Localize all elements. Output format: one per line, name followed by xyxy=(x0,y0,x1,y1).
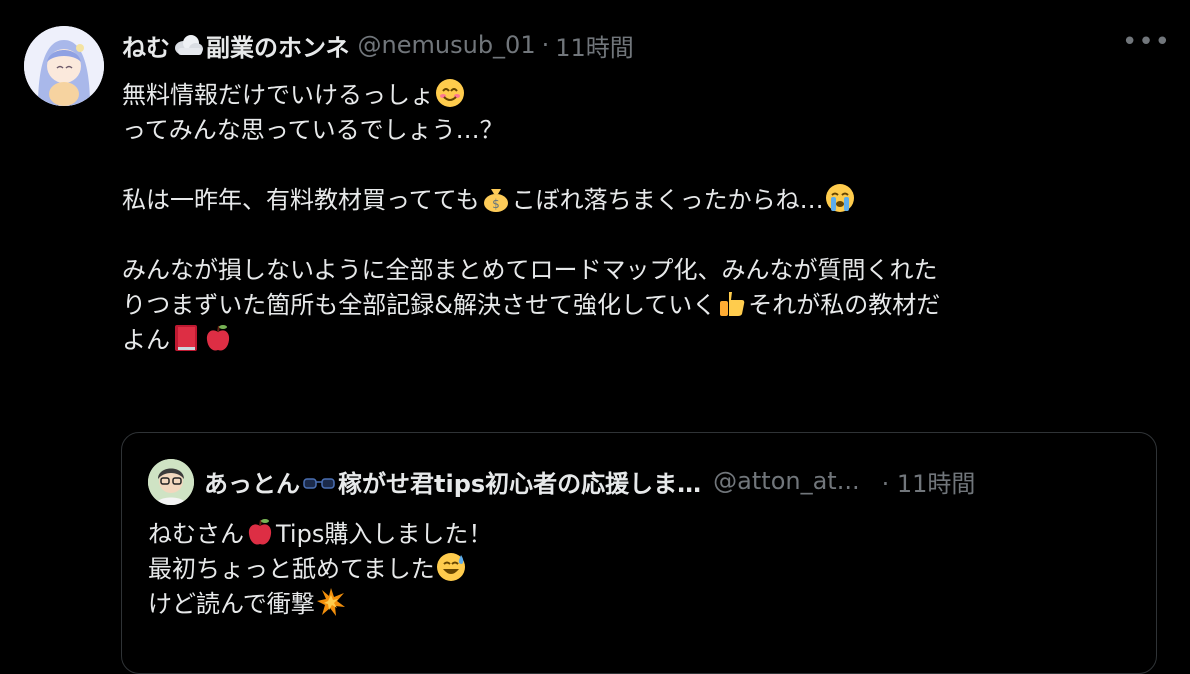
quote-timestamp[interactable]: · 11時間 xyxy=(882,464,976,499)
author-name[interactable]: ねむ xyxy=(122,28,170,63)
collision-icon xyxy=(316,587,346,617)
tweet-line: 無料情報だけでいけるっしょ xyxy=(122,78,1162,113)
tweet-timestamp[interactable]: 11時間 xyxy=(555,28,634,63)
tweet-line: よん xyxy=(122,323,1162,358)
smiling-face-icon xyxy=(435,78,465,108)
quote-line-text: ねむさん xyxy=(148,520,244,548)
book-icon xyxy=(171,323,201,353)
quote-line: 最初ちょっと舐めてました xyxy=(148,552,492,587)
tweet-line-text: 無料情報だけでいけるっしょ xyxy=(122,81,434,109)
author-name-suffix[interactable]: 副業のホンネ xyxy=(206,28,350,63)
quote-line-text: 最初ちょっと舐めてました xyxy=(148,555,435,583)
tweet-header: ねむ 副業のホンネ @nemusub_01 · 11時間 xyxy=(122,27,634,63)
tweet-line-text: こぼれ落ちまくったからね… xyxy=(511,186,824,214)
apple-icon xyxy=(203,323,233,353)
separator-dot: · xyxy=(541,31,550,59)
quote-text: ねむさん Tips購入しました！ 最初ちょっと舐めてました けど読んで衝撃 xyxy=(148,517,492,622)
quote-line-text: Tips購入しました！ xyxy=(276,520,493,548)
tweet-line-text: それが私の教材だ xyxy=(748,291,941,319)
tweet-line: ってみんな思っているでしょう…？ xyxy=(122,116,504,144)
author-avatar[interactable] xyxy=(24,26,104,106)
quote-header: あっとん 稼がせ君tips初心者の応援しま… @atton_at... · 11… xyxy=(204,463,975,499)
tweet[interactable]: ねむ 副業のホンネ @nemusub_01 · 11時間 ••• 無料情報だけで… xyxy=(0,0,1190,674)
tweet-line-text: 私は一昨年、有料教材買ってても xyxy=(122,186,480,214)
tweet-line-text: りつまずいた箇所も全部記録&解決させて強化していく xyxy=(122,291,717,319)
cloud-icon xyxy=(172,33,204,57)
quote-line: ねむさん Tips購入しました！ xyxy=(148,517,492,552)
quote-line-text: けど読んで衝撃 xyxy=(148,590,315,618)
apple-icon xyxy=(245,517,275,547)
thumbs-up-icon xyxy=(717,288,747,318)
quote-author-handle[interactable]: @atton_at... xyxy=(713,467,859,495)
sweat-smile-icon xyxy=(436,552,466,582)
author-handle[interactable]: @nemusub_01 xyxy=(358,31,536,59)
tweet-line: みんなが損しないように全部まとめてロードマップ化、みんなが質問くれた xyxy=(122,256,938,284)
tweet-line-text: よん xyxy=(122,326,170,354)
crying-face-icon xyxy=(825,183,855,213)
quote-author-avatar[interactable] xyxy=(148,459,194,505)
quote-author-name[interactable]: あっとん xyxy=(204,464,300,499)
money-bag-icon: $ xyxy=(481,183,511,213)
quoted-tweet[interactable]: あっとん 稼がせ君tips初心者の応援しま… @atton_at... · 11… xyxy=(121,432,1157,674)
tweet-text: 無料情報だけでいけるっしょ ってみんな思っているでしょう…？ 私は一昨年、有料教… xyxy=(122,78,1162,358)
quote-line: けど読んで衝撃 xyxy=(148,587,492,622)
tweet-line: りつまずいた箇所も全部記録&解決させて強化していく それが私の教材だ xyxy=(122,288,1162,323)
more-icon[interactable]: ••• xyxy=(1122,29,1170,60)
tweet-line: 私は一昨年、有料教材買ってても $ こぼれ落ちまくったからね… xyxy=(122,183,1162,218)
svg-text:$: $ xyxy=(492,197,500,211)
glasses-icon xyxy=(302,471,336,491)
quote-author-name-suffix[interactable]: 稼がせ君tips初心者の応援しま… xyxy=(338,464,701,499)
